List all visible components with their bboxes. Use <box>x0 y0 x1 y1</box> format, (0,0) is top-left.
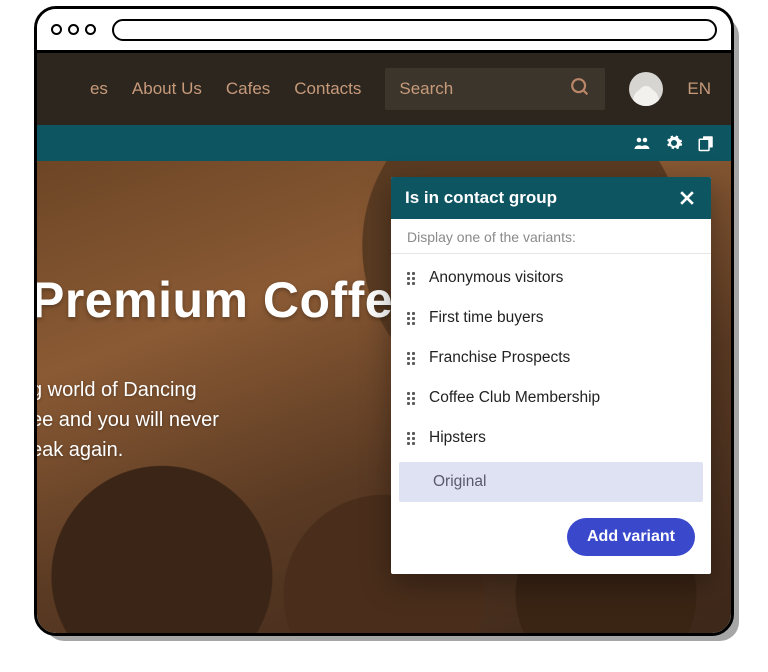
search-icon[interactable] <box>569 76 591 103</box>
variant-label: Hipsters <box>429 429 486 447</box>
variant-label: Original <box>433 473 486 491</box>
avatar[interactable] <box>629 72 663 106</box>
variant-label: Coffee Club Membership <box>429 389 600 407</box>
personas-icon[interactable] <box>633 134 651 152</box>
browser-titlebar <box>37 9 731 53</box>
gear-icon[interactable] <box>665 134 683 152</box>
variant-label: Anonymous visitors <box>429 269 563 287</box>
nav-link-contacts[interactable]: Contacts <box>294 79 361 99</box>
variant-label: Franchise Prospects <box>429 349 570 367</box>
search-input[interactable] <box>399 79 539 99</box>
drag-handle-icon[interactable] <box>407 272 417 285</box>
variant-label: First time buyers <box>429 309 544 327</box>
nav-link-partial[interactable]: es <box>90 79 108 99</box>
page-toolbar <box>37 125 731 161</box>
variant-item-selected[interactable]: Original <box>399 462 703 502</box>
panel-footer: Add variant <box>391 502 711 574</box>
drag-handle-icon[interactable] <box>407 352 417 365</box>
variants-panel: Is in contact group Display one of the v… <box>391 177 711 574</box>
nav-link-about[interactable]: About Us <box>132 79 202 99</box>
drag-handle-icon[interactable] <box>407 312 417 325</box>
browser-frame: es About Us Cafes Contacts EN <box>34 6 734 636</box>
variant-item[interactable]: Franchise Prospects <box>391 338 711 378</box>
address-bar[interactable] <box>112 19 717 41</box>
variants-list: Anonymous visitors First time buyers Franc… <box>391 254 711 502</box>
search-box[interactable] <box>385 68 605 110</box>
copy-icon[interactable] <box>697 134 715 152</box>
language-selector[interactable]: EN <box>687 79 711 99</box>
nav-link-cafes[interactable]: Cafes <box>226 79 270 99</box>
drag-handle-icon[interactable] <box>407 432 417 445</box>
close-icon[interactable] <box>677 188 697 208</box>
variant-item[interactable]: Anonymous visitors <box>391 258 711 298</box>
hero-copy: g world of Dancing ee and you will never… <box>37 375 331 465</box>
add-variant-button[interactable]: Add variant <box>567 518 695 556</box>
panel-header: Is in contact group <box>391 177 711 219</box>
window-controls[interactable] <box>51 24 96 35</box>
site-header: es About Us Cafes Contacts EN <box>37 53 731 125</box>
drag-handle-icon[interactable] <box>407 392 417 405</box>
panel-subtitle: Display one of the variants: <box>391 219 711 254</box>
variant-item[interactable]: Coffee Club Membership <box>391 378 711 418</box>
panel-title: Is in contact group <box>405 188 557 208</box>
viewport: es About Us Cafes Contacts EN <box>37 53 731 633</box>
variant-item[interactable]: Hipsters <box>391 418 711 458</box>
variant-item[interactable]: First time buyers <box>391 298 711 338</box>
